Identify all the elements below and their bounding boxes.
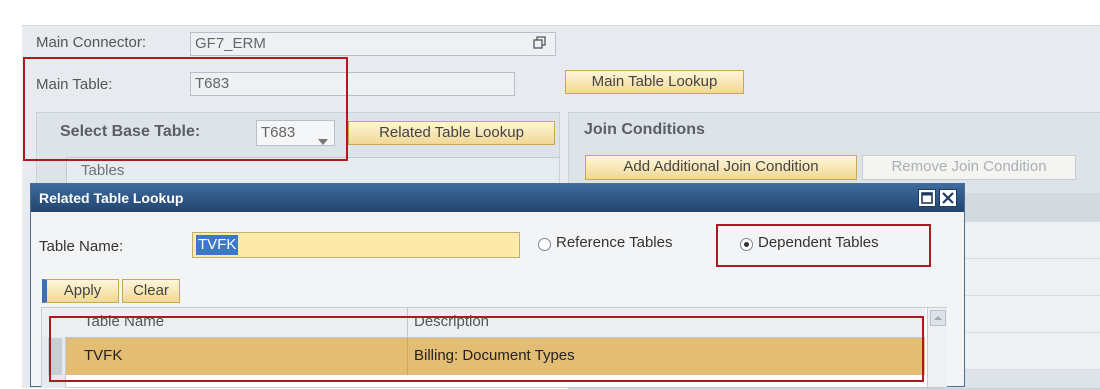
maximize-icon[interactable]: [918, 189, 936, 207]
row-description: Billing: Document Types: [414, 347, 575, 364]
row-selector[interactable]: [48, 338, 62, 375]
select-base-table-label: Select Base Table:: [60, 123, 201, 140]
tables-section-title: Tables: [81, 162, 125, 179]
join-table-row: [960, 222, 1100, 259]
close-icon[interactable]: [939, 189, 957, 207]
value-help-icon[interactable]: [533, 36, 547, 50]
tables-section: Tables: [66, 157, 559, 184]
related-table-lookup-dialog: Related Table Lookup Table Name: TVFK Re…: [30, 183, 965, 388]
table-name-input[interactable]: TVFK: [192, 232, 520, 258]
main-table-value: T683: [195, 75, 230, 92]
column-divider: [407, 338, 408, 375]
main-connector-value: GF7_ERM: [195, 35, 266, 52]
dependent-tables-radio[interactable]: [740, 238, 753, 251]
chevron-down-icon: [318, 130, 328, 145]
results-table: Table Name Description TVFK Billing: Doc…: [41, 307, 947, 388]
base-table-value: T683: [261, 124, 296, 141]
join-table-row: [960, 296, 1100, 333]
add-join-condition-button[interactable]: Add Additional Join Condition: [585, 155, 857, 180]
main-table-lookup-button[interactable]: Main Table Lookup: [565, 70, 744, 94]
main-connector-field[interactable]: GF7_ERM: [190, 32, 556, 56]
join-table-row: [960, 259, 1100, 296]
reference-tables-label: Reference Tables: [556, 234, 673, 251]
main-table-field[interactable]: T683: [190, 72, 515, 96]
join-table-row: [960, 333, 1100, 370]
dialog-titlebar: Related Table Lookup: [31, 184, 964, 212]
join-table-header: [960, 193, 1100, 222]
reference-tables-radio[interactable]: [538, 238, 551, 251]
vertical-scrollbar[interactable]: [927, 308, 947, 387]
clear-button[interactable]: Clear: [122, 279, 180, 303]
column-divider: [407, 308, 408, 337]
scroll-up-button[interactable]: [930, 310, 946, 326]
table-name-value: TVFK: [196, 235, 239, 255]
remove-join-condition-button[interactable]: Remove Join Condition: [862, 155, 1076, 180]
main-table-label: Main Table:: [36, 76, 113, 93]
table-row[interactable]: TVFK Billing: Document Types: [66, 338, 925, 375]
base-table-dropdown[interactable]: T683: [256, 120, 335, 146]
table-name-label: Table Name:: [39, 238, 124, 255]
column-header-description[interactable]: Description: [414, 313, 489, 330]
related-table-lookup-button[interactable]: Related Table Lookup: [348, 121, 555, 145]
join-conditions-title: Join Conditions: [584, 121, 705, 138]
column-header-table-name[interactable]: Table Name: [84, 313, 164, 330]
results-table-header: Table Name Description: [42, 308, 925, 338]
chevron-up-icon: [934, 316, 942, 320]
row-table-name: TVFK: [84, 347, 123, 364]
main-connector-label: Main Connector:: [36, 34, 147, 51]
apply-button[interactable]: Apply: [42, 279, 119, 303]
dependent-tables-label: Dependent Tables: [758, 234, 879, 251]
dialog-title: Related Table Lookup: [39, 190, 184, 206]
